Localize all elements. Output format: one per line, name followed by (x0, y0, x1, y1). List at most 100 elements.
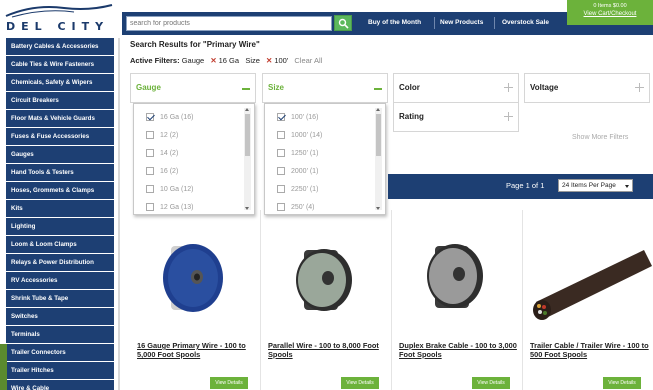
collapse-icon[interactable] (374, 88, 382, 90)
sidebar-item-relays[interactable]: Relays & Power Distribution (6, 254, 114, 272)
size-option[interactable]: 2000' (1) (265, 162, 322, 180)
checkbox[interactable] (146, 131, 154, 139)
sidebar-item-trailer-connectors[interactable]: Trailer Connectors (6, 344, 114, 362)
filter-color-header[interactable]: Color (393, 73, 519, 103)
chevron-down-icon (625, 185, 629, 188)
gauge-option[interactable]: 14 (2) (134, 144, 193, 162)
active-filter-gauge-name: Gauge (181, 56, 205, 65)
checkbox-checked[interactable] (146, 113, 154, 121)
expand-icon[interactable] (635, 83, 644, 92)
nav-new-products[interactable]: New Products (440, 19, 483, 26)
gauge-option[interactable]: 16 (2) (134, 162, 193, 180)
wire-spool-image[interactable] (393, 210, 521, 330)
sidebar-item-circuit-breakers[interactable]: Circuit Breakers (6, 92, 114, 110)
clear-all-link[interactable]: Clear All (294, 56, 322, 65)
active-filters-label: Active Filters: (130, 56, 180, 65)
cart-button[interactable]: 0 Items $0.00 View Cart/Checkout (567, 0, 653, 25)
product-card[interactable]: 16 Gauge Primary Wire - 100 to 5,000 Foo… (131, 210, 259, 390)
product-title-link[interactable]: Parallel Wire - 100 to 8,000 Foot Spools (268, 341, 392, 359)
scroll-up-icon[interactable] (245, 108, 249, 111)
product-card[interactable]: Duplex Brake Cable - 100 to 3,000 Foot S… (393, 210, 521, 390)
filter-gauge-header[interactable]: Gauge (130, 73, 256, 103)
checkbox[interactable] (146, 167, 154, 175)
sidebar-item-hand-tools[interactable]: Hand Tools & Testers (6, 164, 114, 182)
active-filter-size-value: 100' (274, 56, 289, 65)
del-city-logo[interactable]: DEL CITY (0, 0, 122, 38)
product-title-link[interactable]: 16 Gauge Primary Wire - 100 to 5,000 Foo… (137, 341, 261, 359)
gauge-option[interactable]: 12 (2) (134, 126, 193, 144)
sidebar-item-lighting[interactable]: Lighting (6, 218, 114, 236)
expand-icon[interactable] (504, 83, 513, 92)
size-option[interactable]: 100' (16) (265, 108, 322, 126)
gauge-option-label: 16 (2) (160, 167, 179, 175)
filter-size-header[interactable]: Size (262, 73, 388, 103)
view-details-button[interactable]: View Details (341, 377, 379, 389)
show-more-filters-link[interactable]: Show More Filters (572, 134, 628, 141)
sidebar-item-loom[interactable]: Loom & Loom Clamps (6, 236, 114, 254)
view-details-button[interactable]: View Details (210, 377, 248, 389)
collapse-icon[interactable] (242, 88, 250, 90)
trailer-cable-image[interactable] (524, 210, 652, 330)
size-option[interactable]: 2250' (1) (265, 180, 322, 198)
sidebar-item-wire-cable[interactable]: Wire & Cable (6, 380, 114, 390)
view-cart-link[interactable]: View Cart/Checkout (567, 11, 653, 17)
sidebar-item-battery-cables[interactable]: Battery Cables & Accessories (6, 38, 114, 56)
filter-rating-label: Rating (399, 112, 424, 121)
checkbox[interactable] (277, 167, 285, 175)
nav-overstock-sale[interactable]: Overstock Sale (502, 19, 549, 26)
gauge-option[interactable]: 16 Ga (16) (134, 108, 193, 126)
filter-voltage-label: Voltage (530, 83, 559, 92)
filter-rating-header[interactable]: Rating (393, 102, 519, 132)
sidebar-item-gauges[interactable]: Gauges (6, 146, 114, 164)
size-options-dropdown: 100' (16) 1000' (14) 1250' (1) 2000' (1)… (264, 103, 386, 215)
top-navigation-bar: Buy of the Month New Products Overstock … (122, 0, 653, 35)
view-details-button[interactable]: View Details (472, 377, 510, 389)
search-icon (338, 18, 349, 29)
product-card[interactable]: Parallel Wire - 100 to 8,000 Foot Spools… (262, 210, 390, 390)
scroll-up-icon[interactable] (376, 108, 380, 111)
sidebar-item-floor-mats[interactable]: Floor Mats & Vehicle Guards (6, 110, 114, 128)
scroll-thumb[interactable] (245, 114, 250, 156)
gauge-option-label: 16 Ga (16) (160, 113, 194, 121)
gauge-option[interactable]: 10 Ga (12) (134, 180, 193, 198)
nav-divider (494, 17, 495, 29)
gauge-option-label: 10 Ga (12) (160, 185, 194, 193)
checkbox-checked[interactable] (277, 113, 285, 121)
search-input[interactable] (126, 16, 332, 31)
sidebar-item-switches[interactable]: Switches (6, 308, 114, 326)
checkbox[interactable] (277, 131, 285, 139)
wire-spool-image[interactable] (262, 210, 390, 330)
filter-voltage-header[interactable]: Voltage (524, 73, 650, 103)
sidebar-item-terminals[interactable]: Terminals (6, 326, 114, 344)
size-option[interactable]: 1250' (1) (265, 144, 322, 162)
product-title-link[interactable]: Trailer Cable / Trailer Wire - 100 to 50… (530, 341, 653, 359)
checkbox[interactable] (277, 185, 285, 193)
active-filter-gauge-value: 16 Ga (218, 56, 240, 65)
sidebar-item-cable-ties[interactable]: Cable Ties & Wire Fasteners (6, 56, 114, 74)
product-title-link[interactable]: Duplex Brake Cable - 100 to 3,000 Foot S… (399, 341, 523, 359)
sidebar-item-fuses[interactable]: Fuses & Fuse Accessories (6, 128, 114, 146)
scroll-thumb[interactable] (376, 114, 381, 156)
nav-buy-of-the-month[interactable]: Buy of the Month (368, 19, 421, 26)
sidebar-item-hoses[interactable]: Hoses, Grommets & Clamps (6, 182, 114, 200)
wire-spool-image[interactable] (131, 210, 259, 330)
search-button[interactable] (334, 15, 352, 31)
size-option[interactable]: 1000' (14) (265, 126, 322, 144)
checkbox[interactable] (146, 185, 154, 193)
remove-filter-size-icon[interactable]: ✕ (266, 56, 272, 65)
items-per-page-select[interactable]: 24 Items Per Page (558, 179, 633, 192)
sidebar-item-chemicals[interactable]: Chemicals, Safety & Wipers (6, 74, 114, 92)
sidebar-item-shrink-tube[interactable]: Shrink Tube & Tape (6, 290, 114, 308)
sidebar-item-kits[interactable]: Kits (6, 200, 114, 218)
size-scrollbar[interactable] (375, 108, 382, 210)
gauge-scrollbar[interactable] (244, 108, 251, 210)
sidebar-item-trailer-hitches[interactable]: Trailer Hitches (6, 362, 114, 380)
remove-filter-gauge-icon[interactable]: ✕ (210, 56, 216, 65)
checkbox[interactable] (146, 149, 154, 157)
product-card[interactable]: Trailer Cable / Trailer Wire - 100 to 50… (524, 210, 652, 390)
checkbox[interactable] (277, 149, 285, 157)
active-filters: Active Filters: Gauge ✕ 16 Ga Size ✕ 100' … (130, 56, 322, 65)
sidebar-item-rv-accessories[interactable]: RV Accessories (6, 272, 114, 290)
view-details-button[interactable]: View Details (603, 377, 641, 389)
expand-icon[interactable] (504, 112, 513, 121)
